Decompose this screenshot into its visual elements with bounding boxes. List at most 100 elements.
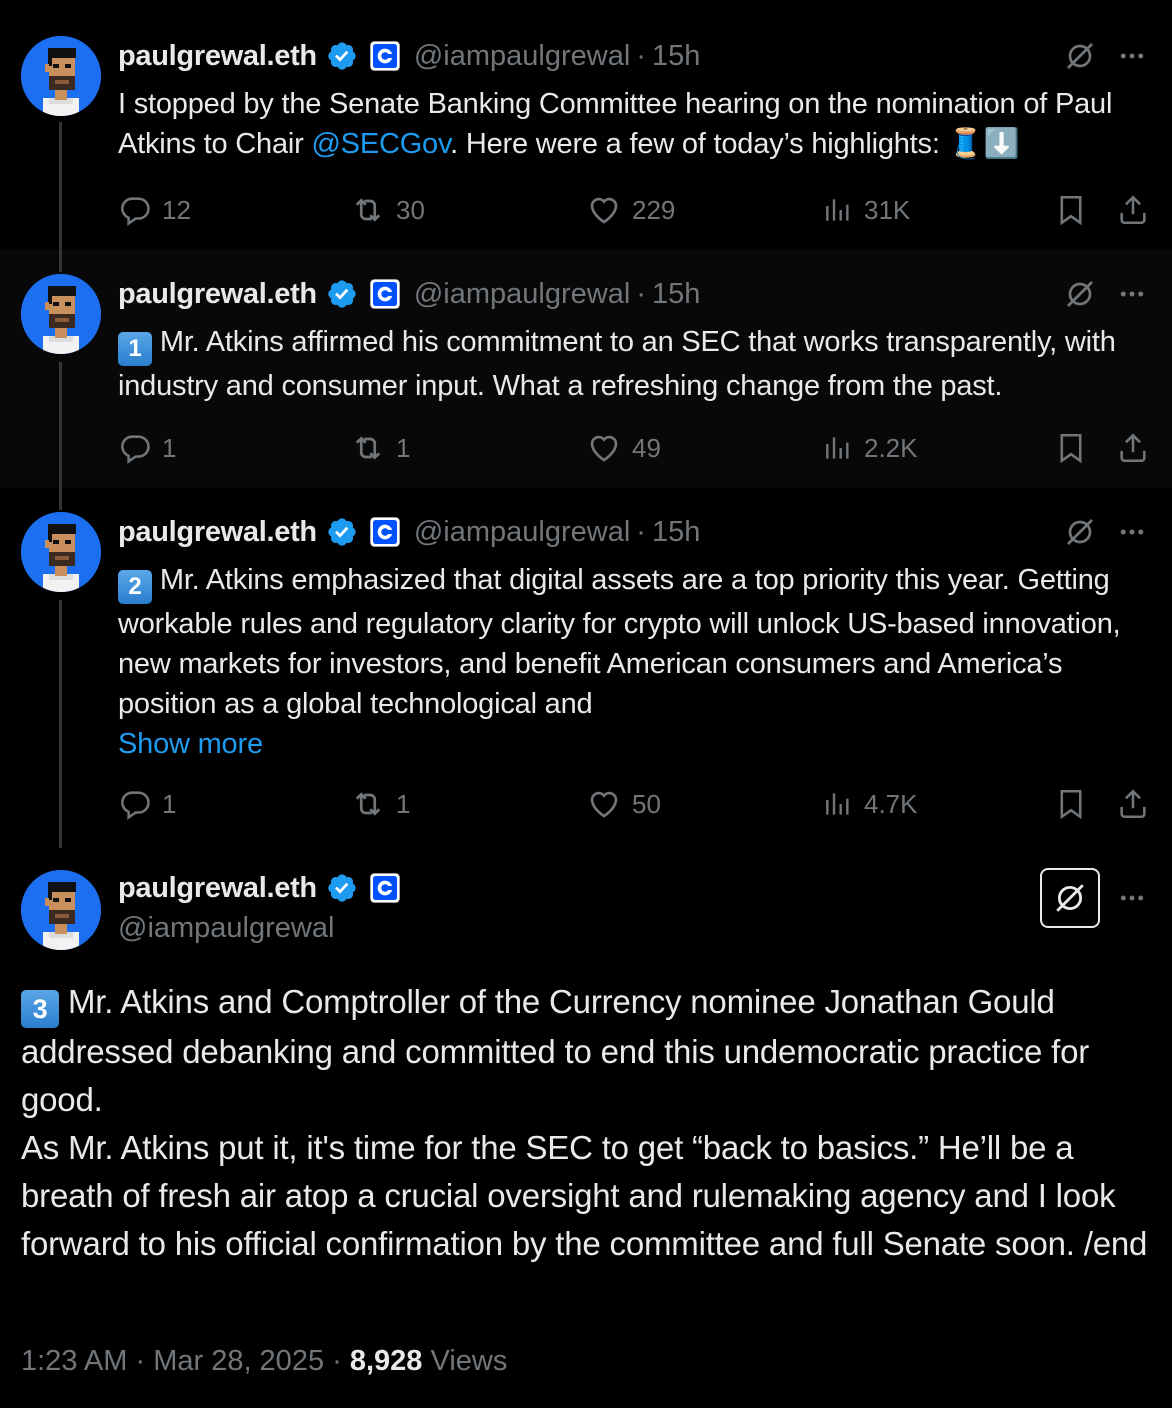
keycap-one-emoji: 1 (118, 332, 152, 366)
more-icon[interactable] (1114, 514, 1150, 550)
tweet-header: paulgrewal.eth @iampaulgrewal · 15h (118, 276, 700, 312)
tweet-time[interactable]: 15h (652, 40, 700, 73)
tweet-text-part: . Here were a few of today’s highlights:… (450, 128, 1020, 160)
like-button[interactable]: 50 (586, 784, 661, 824)
author-name[interactable]: paulgrewal.eth (118, 872, 317, 905)
repost-count: 30 (396, 194, 425, 225)
reply-button[interactable]: 1 (118, 784, 176, 824)
repost-count: 1 (396, 788, 411, 819)
views-button[interactable]: 4.7K (822, 784, 918, 824)
author-handle[interactable]: @iampaulgrewal (414, 278, 630, 311)
tweet-date[interactable]: Mar 28, 2025 (153, 1345, 324, 1377)
coinbase-badge-icon[interactable] (369, 278, 401, 310)
author-handle[interactable]: @iampaulgrewal (414, 40, 630, 73)
thread-connector (59, 250, 62, 272)
more-icon[interactable] (1114, 276, 1150, 312)
keycap-three-emoji: 3 (21, 990, 59, 1028)
avatar[interactable] (21, 36, 101, 116)
tweet-text: 2 Mr. Atkins emphasized that digital ass… (118, 560, 1150, 764)
tweet-time[interactable]: 15h (652, 516, 700, 549)
views-count: 2.2K (864, 432, 918, 463)
main-tweet: paulgrewal.eth @iampaulgrewal 3 Mr. Atki… (0, 848, 1172, 1408)
tweet-time[interactable]: 1:23 AM (21, 1345, 127, 1377)
separator-dot: · (332, 1345, 350, 1377)
author-handle[interactable]: @iampaulgrewal (118, 908, 401, 948)
thread-connector (59, 600, 62, 848)
share-icon[interactable] (1116, 190, 1150, 230)
action-bar: 1 1 50 4.7K (118, 784, 1150, 824)
thread-tweet-3[interactable]: paulgrewal.eth @iampaulgrewal · 15h 2 Mr… (0, 488, 1172, 848)
separator-dot: · (636, 515, 646, 548)
like-count: 49 (632, 432, 661, 463)
thread-connector (59, 488, 62, 510)
verified-badge-icon[interactable] (326, 516, 358, 548)
avatar[interactable] (21, 870, 101, 950)
reply-count: 12 (162, 194, 191, 225)
bookmark-icon[interactable] (1054, 428, 1088, 468)
author-name[interactable]: paulgrewal.eth (118, 278, 317, 311)
views-count: 4.7K (864, 788, 918, 819)
verified-badge-icon[interactable] (326, 40, 358, 72)
mention-link[interactable]: @SECGov (311, 128, 450, 160)
thread-connector (59, 122, 62, 250)
views-button[interactable]: 31K (822, 190, 910, 230)
tweet-text-part: Mr. Atkins emphasized that digital asset… (118, 564, 1121, 720)
verified-badge-icon[interactable] (326, 278, 358, 310)
more-icon[interactable] (1114, 880, 1150, 916)
separator-dot: · (135, 1345, 154, 1377)
thread-connector (59, 362, 62, 488)
author-handle[interactable]: @iampaulgrewal (414, 516, 630, 549)
views-button[interactable]: 2.2K (822, 428, 918, 468)
repost-button[interactable]: 1 (350, 428, 410, 468)
repost-count: 1 (396, 432, 411, 463)
tweet-header: paulgrewal.eth @iampaulgrewal · 15h (118, 514, 700, 550)
tweet-meta: 1:23 AM · Mar 28, 2025 · 8,928 Views (21, 1345, 507, 1378)
bookmark-icon[interactable] (1054, 784, 1088, 824)
reply-button[interactable]: 12 (118, 190, 191, 230)
reply-count: 1 (162, 432, 177, 463)
reply-count: 1 (162, 788, 177, 819)
share-icon[interactable] (1116, 428, 1150, 468)
keycap-two-emoji: 2 (118, 570, 152, 604)
views-count: 31K (864, 194, 911, 225)
grok-icon[interactable] (1040, 868, 1100, 928)
avatar[interactable] (21, 274, 101, 354)
thread-tweet-2[interactable]: paulgrewal.eth @iampaulgrewal · 15h 1 Mr… (0, 250, 1172, 488)
tweet-time[interactable]: 15h (652, 278, 700, 311)
like-count: 50 (632, 788, 661, 819)
show-more-link[interactable]: Show more (118, 728, 263, 760)
thread-tweet-1[interactable]: paulgrewal.eth @iampaulgrewal · 15h I st… (0, 0, 1172, 250)
tweet-text-part: Mr. Atkins affirmed his commitment to an… (118, 326, 1116, 402)
separator-dot: · (636, 277, 646, 310)
coinbase-badge-icon[interactable] (369, 40, 401, 72)
like-count: 229 (632, 194, 676, 225)
main-tweet-text: 3 Mr. Atkins and Comptroller of the Curr… (21, 978, 1154, 1268)
separator-dot: · (636, 39, 646, 72)
repost-button[interactable]: 30 (350, 190, 425, 230)
main-tweet-header: paulgrewal.eth @iampaulgrewal (118, 868, 401, 948)
coinbase-badge-icon[interactable] (369, 516, 401, 548)
avatar[interactable] (21, 512, 101, 592)
share-icon[interactable] (1116, 784, 1150, 824)
grok-icon[interactable] (1062, 276, 1098, 312)
tweet-text-part: Mr. Atkins and Comptroller of the Curren… (21, 983, 1090, 1118)
author-name[interactable]: paulgrewal.eth (118, 516, 317, 549)
repost-button[interactable]: 1 (350, 784, 410, 824)
grok-icon[interactable] (1062, 514, 1098, 550)
reply-button[interactable]: 1 (118, 428, 176, 468)
tweet-header: paulgrewal.eth @iampaulgrewal · 15h (118, 38, 700, 74)
like-button[interactable]: 49 (586, 428, 661, 468)
tweet-text-part: As Mr. Atkins put it, it's time for the … (21, 1129, 1148, 1262)
tweet-text: I stopped by the Senate Banking Committe… (118, 84, 1150, 164)
coinbase-badge-icon[interactable] (369, 872, 401, 904)
action-bar: 12 30 229 31K (118, 190, 1150, 230)
views-count: 8,928 (349, 1345, 423, 1377)
action-bar: 1 1 49 2.2K (118, 428, 1150, 468)
like-button[interactable]: 229 (586, 190, 675, 230)
bookmark-icon[interactable] (1054, 190, 1088, 230)
author-name[interactable]: paulgrewal.eth (118, 40, 317, 73)
grok-icon[interactable] (1062, 38, 1098, 74)
tweet-text: 1 Mr. Atkins affirmed his commitment to … (118, 322, 1150, 406)
more-icon[interactable] (1114, 38, 1150, 74)
verified-badge-icon[interactable] (326, 872, 358, 904)
